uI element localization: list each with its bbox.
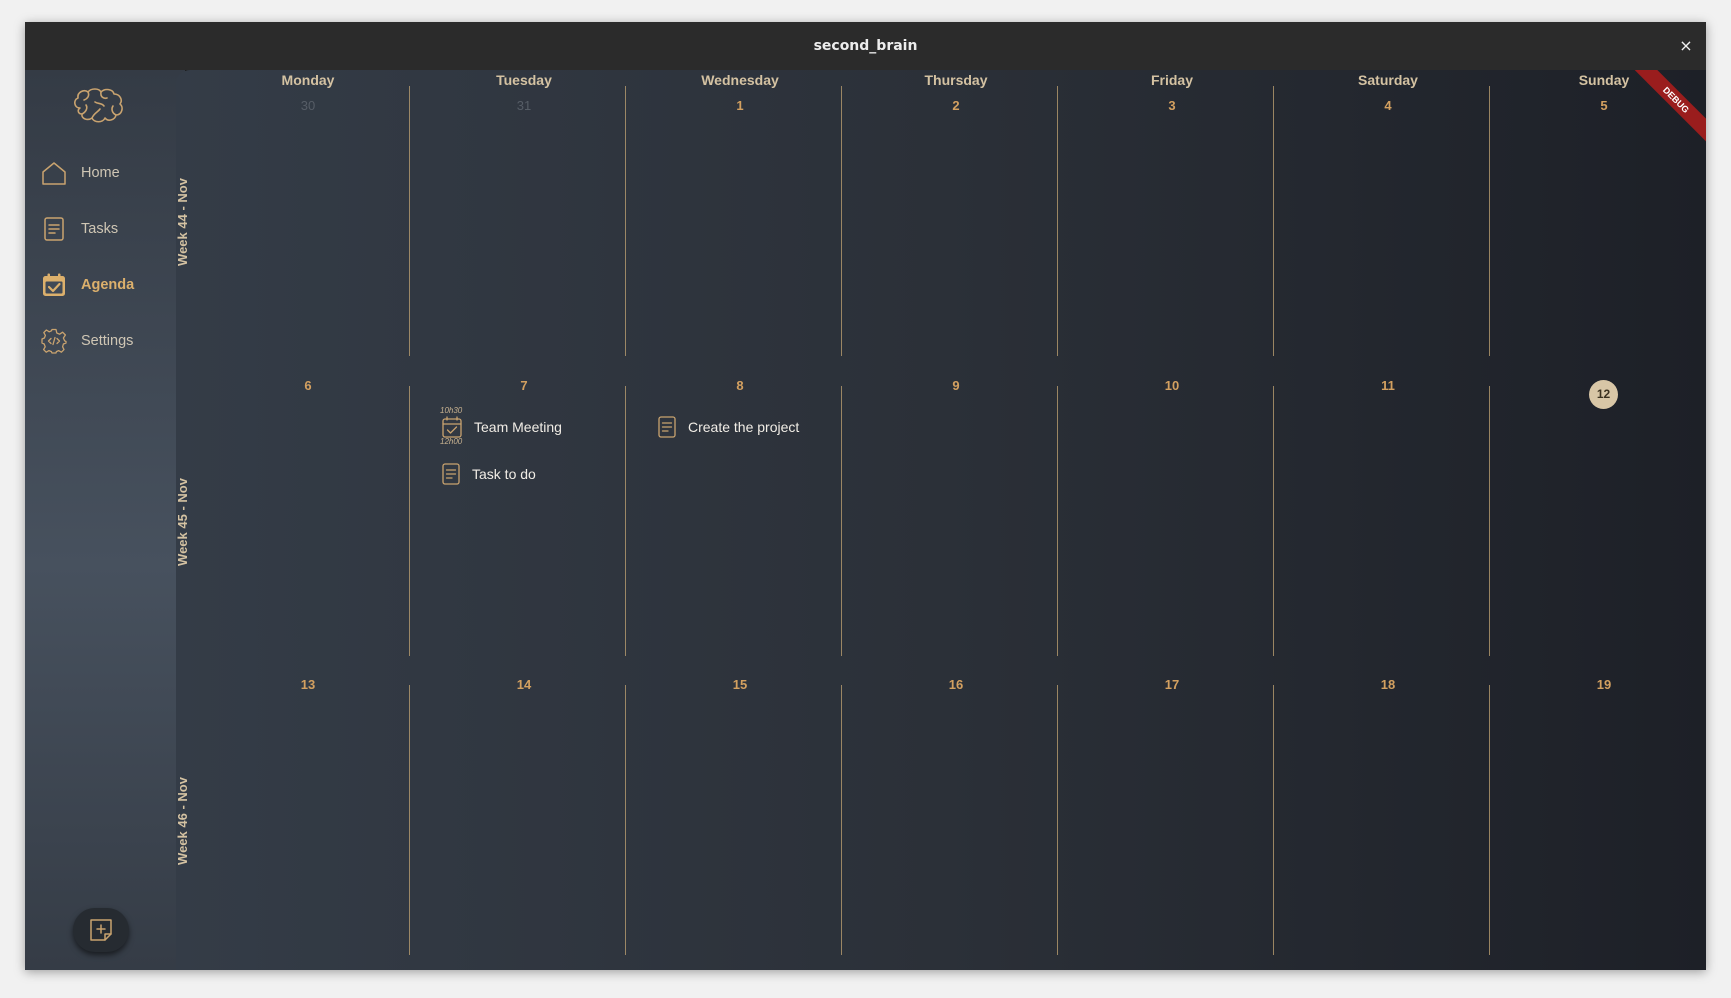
date-number[interactable]: 3: [1064, 98, 1280, 113]
date-number[interactable]: 10: [1064, 378, 1280, 393]
column-divider: [1273, 685, 1274, 955]
day-header-monday: Monday: [281, 72, 335, 88]
date-number[interactable]: 30: [200, 98, 416, 113]
date-number[interactable]: 2: [848, 98, 1064, 113]
event-create-the-project[interactable]: Create the project: [658, 415, 799, 439]
date-number[interactable]: 13: [200, 677, 416, 692]
agenda-calendar: Monday Tuesday Wednesday Thursday Friday…: [176, 70, 1706, 970]
column-divider: [1057, 86, 1058, 356]
date-number[interactable]: 19: [1496, 677, 1706, 692]
day-header-saturday: Saturday: [1358, 72, 1418, 88]
sidebar-item-home[interactable]: Home: [39, 153, 179, 193]
column-divider: [625, 86, 626, 356]
note-icon: [44, 217, 64, 241]
day-header-wednesday: Wednesday: [701, 72, 779, 88]
sidebar-item-agenda[interactable]: Agenda: [39, 265, 179, 305]
calendar-check-icon: [43, 273, 65, 296]
date-number[interactable]: 1: [632, 98, 848, 113]
event-task-to-do[interactable]: Task to do: [442, 462, 536, 486]
calendar-check-icon: [442, 416, 462, 438]
column-divider: [1057, 685, 1058, 955]
day-header-thursday: Thursday: [924, 72, 988, 88]
date-number[interactable]: 14: [416, 677, 632, 692]
date-number[interactable]: 18: [1280, 677, 1496, 692]
date-number[interactable]: 6: [200, 378, 416, 393]
brain-icon: [74, 88, 123, 123]
date-number[interactable]: 31: [416, 98, 632, 113]
today-date-badge[interactable]: 12: [1589, 380, 1618, 409]
column-divider: [409, 86, 410, 356]
title-bar: second_brain ×: [25, 22, 1706, 71]
event-title: Task to do: [472, 466, 536, 482]
sidebar-item-label: Settings: [81, 333, 134, 349]
column-divider: [841, 685, 842, 955]
event-end-time: 12h00: [440, 437, 463, 446]
day-header-tuesday: Tuesday: [496, 72, 552, 88]
column-divider: [409, 685, 410, 955]
column-divider: [841, 86, 842, 356]
sidebar-item-label: Tasks: [81, 221, 119, 237]
column-divider: [1273, 86, 1274, 356]
note-icon: [658, 416, 676, 438]
event-title: Create the project: [688, 419, 800, 435]
window-title: second_brain: [813, 38, 918, 54]
week-label: Week 46 - Nov: [176, 777, 190, 865]
sidebar-item-label: Home: [81, 165, 120, 181]
date-number[interactable]: 17: [1064, 677, 1280, 692]
close-button[interactable]: ×: [1674, 34, 1698, 58]
column-divider: [1489, 386, 1490, 656]
column-divider: [1057, 386, 1058, 656]
column-divider: [1489, 685, 1490, 955]
gear-code-icon: [41, 328, 67, 354]
column-divider: [625, 386, 626, 656]
note-icon: [442, 463, 460, 485]
add-note-button[interactable]: [73, 908, 129, 952]
week-label: Week 45 - Nov: [176, 478, 190, 566]
add-note-icon: [90, 919, 112, 941]
home-icon: [42, 162, 66, 185]
date-number[interactable]: 15: [632, 677, 848, 692]
column-divider: [1489, 86, 1490, 356]
date-number[interactable]: 9: [848, 378, 1064, 393]
event-start-time: 10h30: [440, 406, 463, 415]
week-label: Week 44 - Nov: [176, 178, 190, 266]
column-divider: [1273, 386, 1274, 656]
date-number[interactable]: 8: [632, 378, 848, 393]
day-header-friday: Friday: [1150, 72, 1193, 88]
column-divider: [841, 386, 842, 656]
event-title: Team Meeting: [474, 419, 562, 435]
app-window: second_brain × Home Tasks Agenda Setting…: [25, 22, 1706, 970]
column-divider: [409, 386, 410, 656]
date-number[interactable]: 4: [1280, 98, 1496, 113]
sidebar-item-tasks[interactable]: Tasks: [39, 209, 179, 249]
sidebar: Home Tasks Agenda Settings: [25, 70, 185, 970]
sidebar-item-settings[interactable]: Settings: [39, 321, 179, 361]
date-number[interactable]: 11: [1280, 378, 1496, 393]
date-number[interactable]: 7: [416, 378, 632, 393]
column-divider: [625, 685, 626, 955]
date-number[interactable]: 16: [848, 677, 1064, 692]
sidebar-item-label: Agenda: [81, 277, 135, 293]
event-team-meeting[interactable]: Team Meeting: [442, 415, 562, 439]
